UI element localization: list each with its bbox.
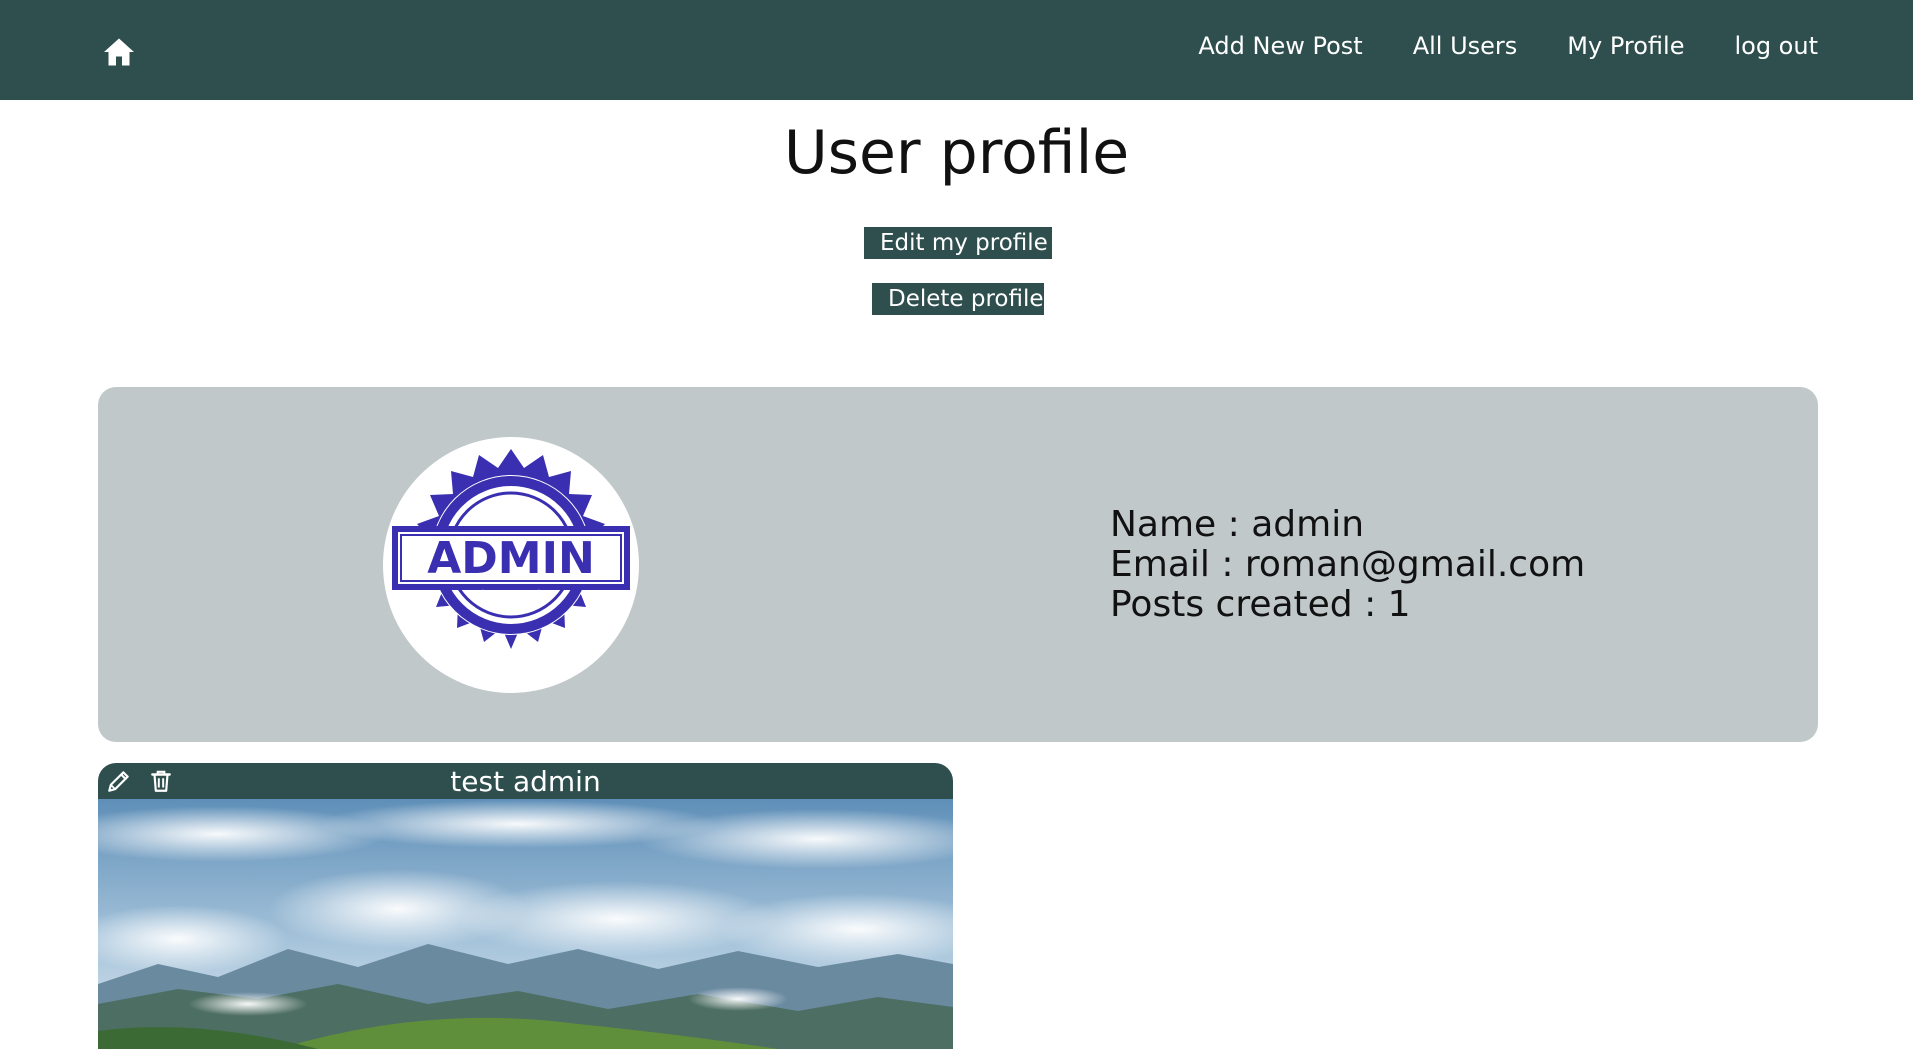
profile-name: Name : admin bbox=[1110, 504, 1365, 545]
nav-log-out[interactable]: log out bbox=[1734, 32, 1818, 60]
post-header: test admin bbox=[98, 763, 953, 799]
delete-profile-button[interactable]: Delete profile bbox=[872, 283, 1044, 315]
nav-all-users[interactable]: All Users bbox=[1413, 32, 1518, 60]
home-icon bbox=[104, 38, 134, 66]
post-image bbox=[98, 799, 953, 1049]
post-card: test admin bbox=[98, 763, 953, 1063]
profile-info: Name : admin Email : roman@gmail.com Pos… bbox=[1110, 505, 1585, 625]
avatar: ADMIN bbox=[383, 437, 639, 693]
post-actions bbox=[106, 768, 174, 794]
pencil-icon[interactable] bbox=[106, 768, 132, 794]
nav-add-new-post[interactable]: Add New Post bbox=[1198, 32, 1362, 60]
admin-stamp-image: ADMIN bbox=[392, 449, 630, 649]
home-link[interactable] bbox=[100, 33, 138, 71]
profile-email: Email : roman@gmail.com bbox=[1110, 544, 1586, 585]
page-title: User profile bbox=[783, 118, 1130, 188]
admin-stamp-text: ADMIN bbox=[427, 533, 595, 584]
navbar: Add New Post All Users My Profile log ou… bbox=[0, 0, 1913, 100]
nav-my-profile[interactable]: My Profile bbox=[1567, 32, 1684, 60]
profile-posts-count: Posts created : 1 bbox=[1110, 584, 1411, 625]
edit-profile-button[interactable]: Edit my profile bbox=[864, 227, 1052, 259]
post-title: test admin bbox=[450, 764, 601, 798]
trash-icon[interactable] bbox=[148, 768, 174, 794]
nav-links: Add New Post All Users My Profile log ou… bbox=[1198, 0, 1818, 92]
profile-card: ADMIN Name : admin Email : roman@gmail.c… bbox=[98, 387, 1818, 742]
